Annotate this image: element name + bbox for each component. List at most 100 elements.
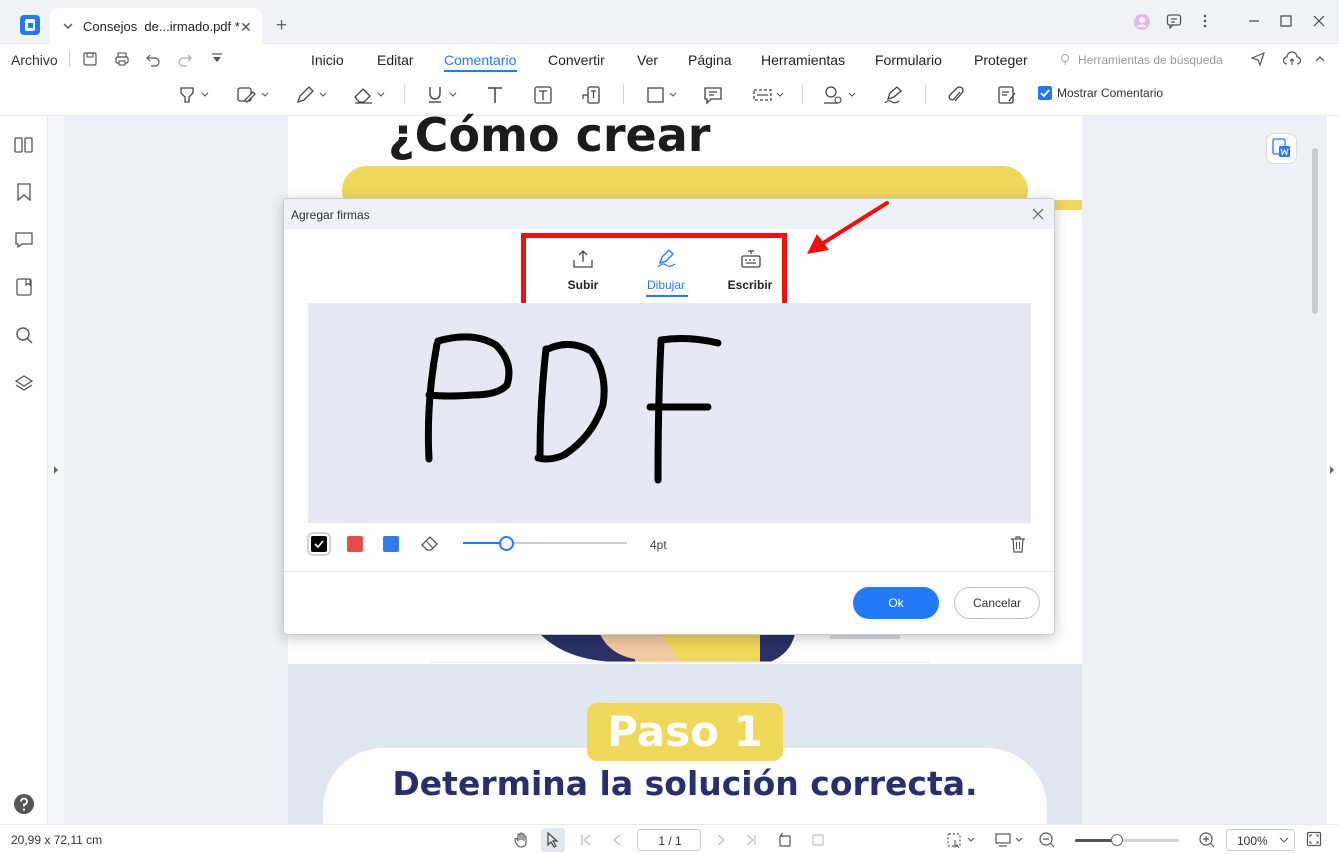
sign-pen-icon[interactable] — [883, 85, 903, 105]
expand-panel-icon[interactable] — [53, 465, 59, 475]
note-icon[interactable] — [703, 85, 723, 105]
search-icon[interactable] — [15, 326, 33, 344]
area-highlight-icon[interactable] — [236, 85, 270, 105]
zoom-slider-knob[interactable] — [1111, 834, 1123, 846]
maximize-icon[interactable] — [1279, 13, 1293, 29]
text-tool-icon[interactable] — [485, 85, 505, 105]
show-comment-checkbox[interactable] — [1038, 86, 1052, 100]
stamp-measure-icon[interactable] — [752, 85, 786, 105]
show-comment-label: Mostrar Comentario — [1057, 86, 1164, 100]
menu-editar[interactable]: Editar — [377, 52, 414, 68]
thickness-slider-knob[interactable] — [499, 536, 514, 551]
menu-comentario[interactable]: Comentario — [444, 52, 516, 68]
underline-tool-icon[interactable] — [426, 85, 460, 105]
comments-panel-icon[interactable] — [15, 231, 33, 249]
menu-inicio[interactable]: Inicio — [311, 52, 344, 68]
menu-herramientas[interactable]: Herramientas — [761, 52, 845, 68]
signature-drawing-area[interactable] — [308, 303, 1031, 523]
fit-page-icon[interactable] — [810, 832, 826, 848]
archivo-menu[interactable]: Archivo — [11, 52, 58, 68]
pencil-icon[interactable] — [295, 85, 329, 105]
zoom-out-icon[interactable] — [1039, 832, 1055, 848]
signature-stamp-icon[interactable] — [822, 85, 858, 105]
annotation-highlight-box — [521, 233, 787, 311]
vertical-scrollbar-thumb[interactable] — [1312, 148, 1318, 314]
avatar[interactable] — [1133, 13, 1151, 31]
layers-icon[interactable] — [15, 375, 33, 393]
chevron-down-icon[interactable] — [62, 20, 74, 32]
hand-tool-icon[interactable] — [513, 832, 529, 848]
collapse-ribbon-icon[interactable] — [1313, 52, 1327, 66]
toolbar-divider — [623, 84, 624, 104]
add-signature-dialog: Agregar firmas Subir Dibujar Escribir 4p… — [283, 198, 1055, 635]
cloud-upload-icon[interactable] — [1283, 51, 1301, 67]
select-tool-button[interactable] — [541, 828, 565, 852]
zoom-slider[interactable] — [1075, 839, 1179, 842]
color-swatch-red[interactable] — [347, 536, 363, 552]
active-menu-indicator — [444, 70, 517, 72]
menu-formulario[interactable]: Formulario — [875, 52, 942, 68]
bookmark-icon[interactable] — [15, 183, 33, 201]
page-number-input[interactable]: 1 / 1 — [637, 829, 701, 851]
minimize-icon[interactable] — [1247, 13, 1261, 29]
cancel-button[interactable]: Cancelar — [954, 587, 1040, 619]
search-tools-link[interactable]: Herramientas de búsqueda — [1078, 53, 1223, 67]
page-illustration — [430, 634, 930, 665]
text-box-icon[interactable] — [533, 85, 553, 105]
save-icon[interactable] — [82, 51, 98, 67]
eraser-tool-icon[interactable] — [352, 85, 386, 105]
print-icon[interactable] — [114, 51, 130, 67]
feedback-icon[interactable] — [1166, 13, 1182, 29]
fullscreen-icon[interactable] — [1306, 831, 1322, 847]
shape-tool-icon[interactable] — [646, 85, 680, 105]
color-swatch-black[interactable] — [307, 532, 331, 556]
trash-icon[interactable] — [1009, 535, 1027, 553]
menu-proteger[interactable]: Proteger — [974, 52, 1028, 68]
attachment-icon[interactable] — [946, 85, 966, 105]
first-page-icon[interactable] — [580, 833, 592, 847]
quick-access-dropdown-icon[interactable] — [210, 52, 224, 66]
next-page-icon[interactable] — [715, 833, 727, 847]
document-tab[interactable]: Consejos de...irmado.pdf * ✕ — [50, 8, 262, 44]
callout-icon[interactable] — [581, 85, 601, 105]
undo-icon[interactable] — [145, 51, 161, 67]
dialog-close-icon[interactable] — [1031, 207, 1045, 221]
new-tab-icon[interactable]: + — [276, 16, 287, 35]
redo-icon[interactable] — [177, 51, 193, 67]
attachments-panel-icon[interactable] — [15, 278, 33, 296]
tab-close-icon[interactable]: ✕ — [240, 19, 252, 36]
color-swatch-blue[interactable] — [383, 536, 399, 552]
zoom-in-icon[interactable] — [1199, 832, 1215, 848]
page-display-icon[interactable] — [994, 832, 1024, 848]
highlight-tool-icon[interactable] — [178, 85, 210, 105]
help-icon[interactable] — [13, 793, 35, 815]
dialog-header: Agregar firmas — [284, 199, 1054, 229]
zoom-level-select[interactable]: 100% — [1226, 829, 1295, 851]
rotate-page-icon[interactable] — [777, 832, 793, 848]
annotation-arrow — [800, 198, 895, 260]
convert-to-word-button[interactable] — [1266, 133, 1297, 164]
close-window-icon[interactable] — [1312, 13, 1326, 29]
menu-bar: Archivo Inicio Editar Comentario Convert… — [0, 44, 1339, 74]
expand-right-panel-icon[interactable] — [1329, 465, 1335, 475]
app-logo-icon — [20, 15, 40, 35]
step-title: Determina la solución correcta. — [392, 764, 978, 803]
dialog-divider — [284, 571, 1054, 572]
comment-list-icon[interactable] — [997, 85, 1017, 105]
menu-ver[interactable]: Ver — [637, 52, 658, 68]
selection-mode-icon[interactable] — [946, 832, 976, 848]
menu-pagina[interactable]: Página — [688, 52, 732, 68]
ok-button[interactable]: Ok — [853, 587, 939, 619]
right-panel-rail — [1327, 116, 1339, 824]
more-options-icon[interactable] — [1200, 13, 1210, 29]
thickness-slider[interactable] — [463, 542, 627, 544]
thickness-value: 4pt — [650, 538, 667, 552]
menu-convertir[interactable]: Convertir — [548, 52, 605, 68]
thumbnails-icon[interactable] — [14, 136, 34, 154]
step-badge-text: Paso 1 — [607, 707, 763, 756]
eraser-icon[interactable] — [420, 534, 440, 552]
share-send-icon[interactable] — [1250, 51, 1266, 67]
zoom-level-value: 100% — [1237, 834, 1268, 848]
last-page-icon[interactable] — [745, 833, 757, 847]
previous-page-icon[interactable] — [611, 833, 623, 847]
